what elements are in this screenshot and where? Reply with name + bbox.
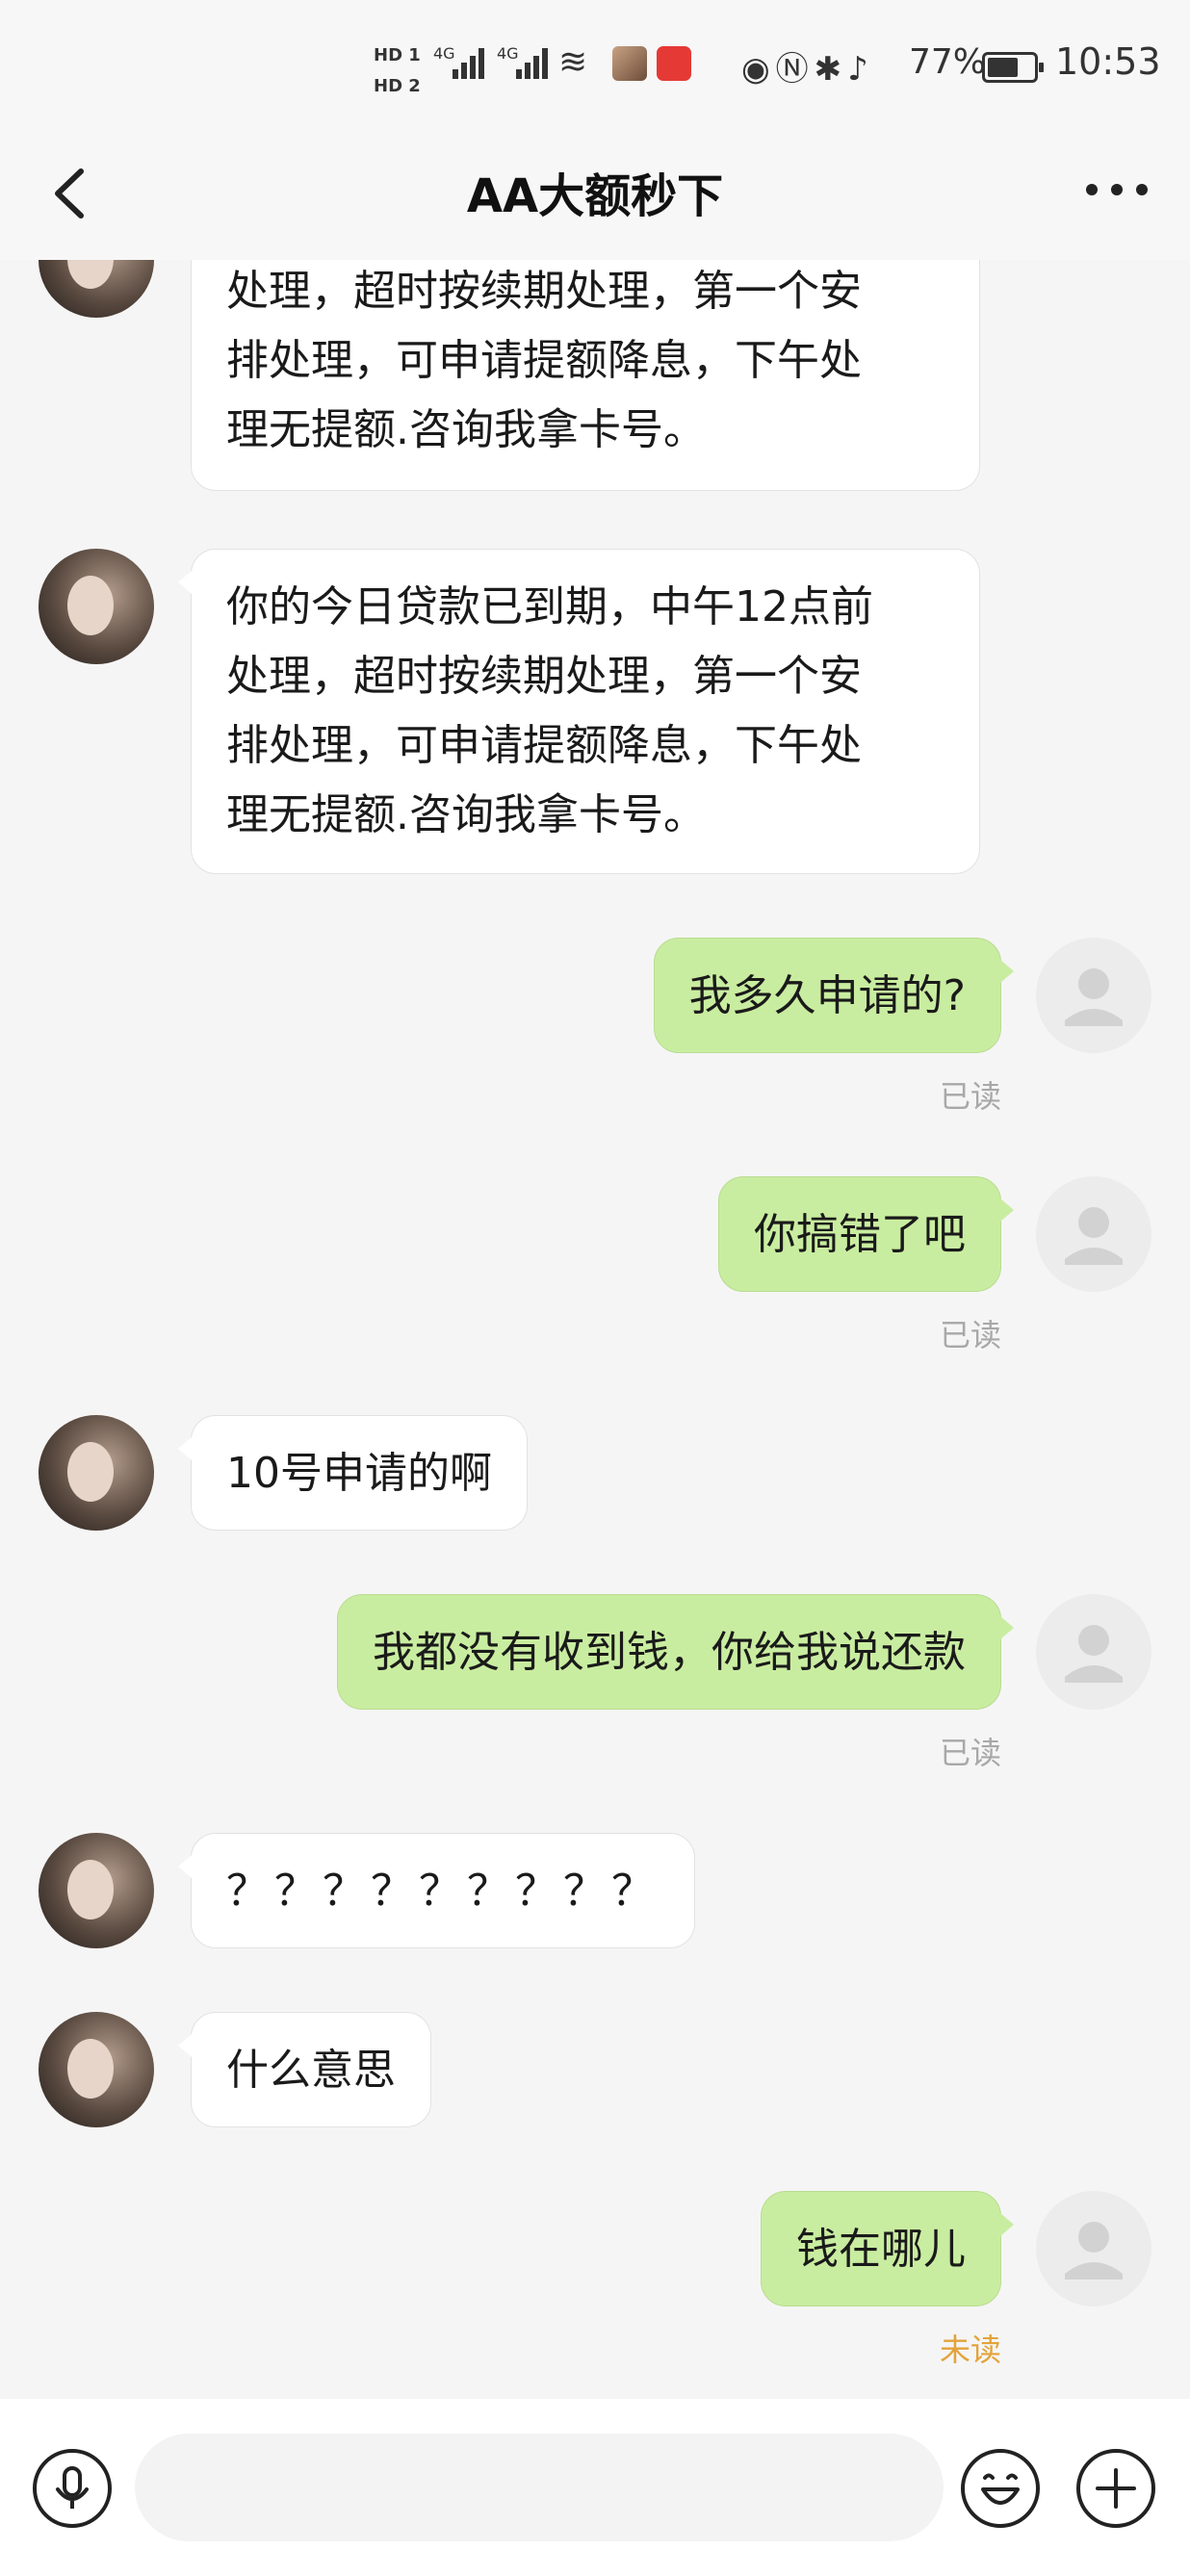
message-text: ？？？？？？？？？ (226, 1867, 660, 1916)
message-text: 钱在哪儿 (796, 2225, 966, 2274)
person-icon (1065, 968, 1123, 1026)
message-text: 处理，超时按续期处理，第一个安 排处理，可申请提额降息，下午处 理无提额.咨询我… (226, 267, 862, 454)
hd-indicator: HD 1 HD 2 (374, 40, 421, 102)
message-text: 你搞错了吧 (754, 1210, 966, 1259)
contact-avatar[interactable] (39, 549, 154, 664)
chat-header: AA大额秒下 (0, 135, 1190, 260)
eye-icon: ◉ (741, 50, 776, 89)
hd1-label: HD 1 (374, 45, 421, 65)
message-text: 我多久申请的? (688, 971, 966, 1020)
unread-status: 未读 (939, 2331, 1001, 2368)
contact-avatar[interactable] (39, 1415, 154, 1531)
message-text: 你的今日贷款已到期，中午12点前 处理，超时按续期处理，第一个安 排处理，可申请… (226, 582, 873, 839)
battery-percent: 77% (909, 42, 987, 82)
microphone-icon (33, 2449, 112, 2528)
mute-bell-icon: ♪ (847, 50, 874, 89)
system-icons: ◉Ⓝ✱♪ (741, 42, 874, 90)
contact-avatar[interactable] (39, 2012, 154, 2127)
message-bubble[interactable]: 我多久申请的? (653, 938, 1015, 1053)
message-bubble[interactable]: 钱在哪儿 (761, 2191, 1014, 2306)
bluetooth-icon: ✱ (814, 50, 848, 89)
message-input[interactable] (135, 2434, 944, 2541)
battery-icon (982, 52, 1044, 83)
user-avatar[interactable] (1036, 938, 1151, 1053)
plus-icon (1076, 2449, 1155, 2528)
user-avatar[interactable] (1036, 1594, 1151, 1710)
input-bar (0, 2399, 1190, 2576)
wifi-icon: ≋ (558, 42, 588, 82)
status-bar: HD 1 HD 2 4G 4G ≋ ◉Ⓝ✱♪ 77% 10:53 (0, 0, 1190, 135)
emoji-button[interactable] (959, 2447, 1042, 2530)
message-bubble[interactable]: 什么意思 (178, 2012, 431, 2127)
user-avatar[interactable] (1036, 2191, 1151, 2306)
message-bubble[interactable]: 你的今日贷款已到期，中午12点前 处理，超时按续期处理，第一个安 排处理，可申请… (178, 549, 980, 874)
nfc-icon: Ⓝ (775, 50, 815, 89)
message-text: 我都没有收到钱，你给我说还款 (373, 1628, 966, 1677)
contact-avatar[interactable] (39, 1833, 154, 1948)
clock: 10:53 (1055, 40, 1161, 83)
read-status: 已读 (939, 1317, 1001, 1353)
person-icon (1065, 1207, 1123, 1265)
read-status: 已读 (939, 1078, 1001, 1115)
user-avatar[interactable] (1036, 1176, 1151, 1292)
voice-button[interactable] (31, 2447, 114, 2530)
message-text: 10号申请的啊 (226, 1449, 492, 1498)
person-icon (1065, 1625, 1123, 1683)
contact-avatar[interactable] (39, 260, 154, 318)
smiley-icon (961, 2449, 1040, 2528)
more-options-button[interactable] (1074, 158, 1161, 216)
message-bubble[interactable]: 10号申请的啊 (178, 1415, 528, 1531)
signal-icon-1 (453, 42, 491, 79)
message-bubble[interactable]: 我都没有收到钱，你给我说还款 (337, 1594, 1014, 1710)
message-bubble[interactable]: 处理，超时按续期处理，第一个安 排处理，可申请提额降息，下午处 理无提额.咨询我… (191, 260, 980, 491)
more-actions-button[interactable] (1074, 2447, 1157, 2530)
signal-icon-2 (516, 42, 555, 79)
chat-title: AA大额秒下 (466, 169, 724, 223)
app-notification-icon (612, 46, 647, 81)
message-bubble[interactable]: ？？？？？？？？？ (178, 1833, 695, 1948)
message-list[interactable]: 处理，超时按续期处理，第一个安 排处理，可申请提额降息，下午处 理无提额.咨询我… (0, 260, 1190, 2399)
hd2-label: HD 2 (374, 76, 421, 96)
read-status: 已读 (939, 1735, 1001, 1771)
person-icon (1065, 2222, 1123, 2280)
shopping-app-icon (657, 46, 691, 81)
message-text: 什么意思 (226, 2046, 396, 2095)
message-bubble[interactable]: 你搞错了吧 (718, 1176, 1014, 1292)
